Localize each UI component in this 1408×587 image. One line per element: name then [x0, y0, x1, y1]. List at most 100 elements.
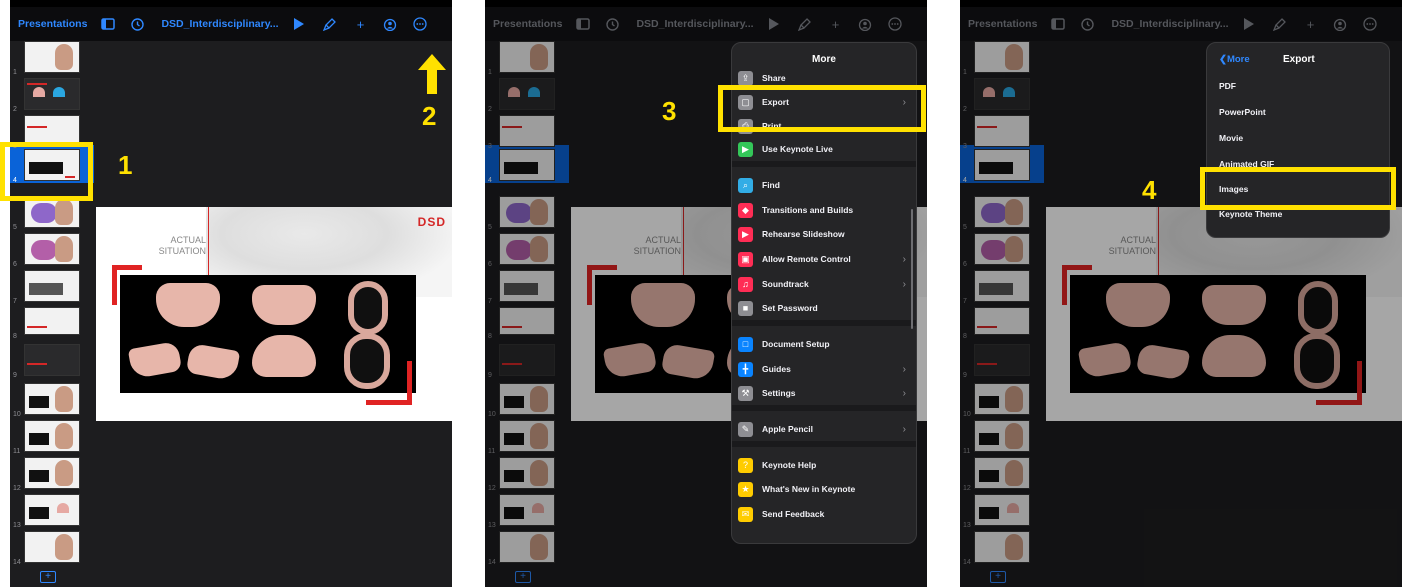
- slide-thumbnail[interactable]: [24, 420, 80, 452]
- more-icon[interactable]: [887, 17, 904, 31]
- menu-separator: [732, 161, 916, 167]
- help-icon: ?: [738, 457, 753, 473]
- slide-number: 11: [13, 448, 21, 455]
- top-toolbar: Presentations DSD_Interdisciplinary... +: [960, 7, 1402, 41]
- menu-title: More: [812, 54, 836, 65]
- document-setup-icon: □: [738, 336, 753, 352]
- undo-history-icon[interactable]: [131, 17, 147, 31]
- document-title[interactable]: DSD_Interdisciplinary...: [161, 18, 278, 30]
- menu-scrollbar[interactable]: [911, 209, 913, 329]
- top-toolbar: Presentations DSD_Interdisciplinary... +: [485, 7, 927, 41]
- sidebar-toggle-icon[interactable]: [1051, 18, 1067, 30]
- add-icon[interactable]: +: [828, 18, 844, 31]
- menu-item-label: Rehearse Slideshow: [762, 229, 845, 239]
- menu-item-guides[interactable]: ╋ Guides ›: [732, 358, 916, 380]
- slide-thumbnail[interactable]: [24, 233, 80, 265]
- red-corner-bracket: [366, 361, 412, 405]
- soundtrack-icon: ♫: [738, 276, 753, 292]
- slide-thumbnail[interactable]: [24, 78, 80, 110]
- document-title[interactable]: DSD_Interdisciplinary...: [636, 18, 753, 30]
- menu-item-soundtrack[interactable]: ♫ Soundtrack ›: [732, 273, 916, 295]
- menu-item-label: Document Setup: [762, 339, 830, 349]
- format-brush-icon[interactable]: [797, 17, 814, 31]
- slide-thumbnail[interactable]: [24, 307, 80, 335]
- menu-separator: [732, 320, 916, 326]
- slide-heading: ACTUAL SITUATION: [158, 235, 206, 256]
- add-slide-button[interactable]: +: [40, 571, 56, 583]
- more-icon[interactable]: [412, 17, 429, 31]
- export-movie-option[interactable]: Movie: [1219, 133, 1243, 143]
- remote-icon: ▣: [738, 251, 753, 267]
- sidebar-toggle-icon[interactable]: [576, 18, 592, 30]
- slide-number: 13: [13, 522, 21, 529]
- step-4-highlight-box: [1200, 167, 1396, 210]
- play-icon[interactable]: [768, 18, 784, 30]
- menu-item-label: Find: [762, 180, 780, 190]
- rehearse-icon: ▶: [738, 226, 753, 242]
- apple-pencil-icon: ✎: [738, 421, 753, 437]
- slide-thumbnail[interactable]: [24, 344, 80, 376]
- collaborate-icon[interactable]: [383, 18, 399, 31]
- slide-thumbnail[interactable]: [24, 270, 80, 302]
- menu-item-label: What's New in Keynote: [762, 484, 856, 494]
- menu-item-allow-remote-control[interactable]: ▣ Allow Remote Control ›: [732, 248, 916, 270]
- menu-item-use-keynote-live[interactable]: ▶ Use Keynote Live: [732, 138, 916, 160]
- slide-thumbnail[interactable]: [24, 494, 80, 526]
- menu-item-set-password[interactable]: ■ Set Password: [732, 297, 916, 319]
- undo-history-icon[interactable]: [1081, 17, 1097, 31]
- menu-item-label: Guides: [762, 364, 791, 374]
- menu-item-apple-pencil[interactable]: ✎ Apple Pencil ›: [732, 418, 916, 440]
- transitions-icon: ◆: [738, 202, 753, 218]
- slide-number: 2: [13, 106, 17, 113]
- back-to-more-button[interactable]: ❮More: [1219, 54, 1250, 65]
- menu-item-transitions-and-builds[interactable]: ◆ Transitions and Builds: [732, 199, 916, 221]
- document-title[interactable]: DSD_Interdisciplinary...: [1111, 18, 1228, 30]
- sidebar-toggle-icon[interactable]: [101, 18, 117, 30]
- menu-item-label: Keynote Help: [762, 460, 817, 470]
- slide-number: 5: [13, 224, 17, 231]
- play-icon[interactable]: [293, 18, 309, 30]
- guides-icon: ╋: [738, 361, 753, 377]
- slide-thumbnail[interactable]: [24, 457, 80, 489]
- arrow-up-icon: [418, 54, 446, 94]
- menu-item-find[interactable]: ⌕ Find: [732, 174, 916, 196]
- menu-item-what-s-new-in-keynote[interactable]: ★ What's New in Keynote: [732, 478, 916, 500]
- play-icon[interactable]: [1243, 18, 1259, 30]
- keynote-live-icon: ▶: [738, 141, 753, 157]
- add-icon[interactable]: +: [1303, 18, 1319, 31]
- menu-item-rehearse-slideshow[interactable]: ▶ Rehearse Slideshow: [732, 223, 916, 245]
- menu-title: Export: [1283, 54, 1315, 65]
- step-2-label: 2: [422, 101, 437, 131]
- slide-number: 10: [13, 411, 21, 418]
- slide-number: 7: [13, 298, 17, 305]
- slide-canvas[interactable]: DSD ACTUAL SITUATION: [96, 207, 452, 421]
- export-keynote-theme-option[interactable]: Keynote Theme: [1219, 209, 1282, 219]
- slide-thumbnail[interactable]: [24, 41, 80, 73]
- settings-icon: ⚒: [738, 385, 753, 401]
- format-brush-icon[interactable]: [1272, 17, 1289, 31]
- step-3-label: 3: [662, 96, 677, 126]
- presentations-button[interactable]: Presentations: [968, 18, 1037, 30]
- format-brush-icon[interactable]: [322, 17, 339, 31]
- slide-thumbnail[interactable]: [24, 531, 80, 563]
- menu-item-document-setup[interactable]: □ Document Setup: [732, 333, 916, 355]
- collaborate-icon[interactable]: [858, 18, 874, 31]
- slide-number: 9: [13, 372, 17, 379]
- collaborate-icon[interactable]: [1333, 18, 1349, 31]
- menu-item-settings[interactable]: ⚒ Settings ›: [732, 382, 916, 404]
- share-icon: ⇪: [738, 70, 753, 86]
- menu-item-label: Soundtrack: [762, 279, 809, 289]
- presentations-button[interactable]: Presentations: [18, 18, 87, 30]
- menu-item-label: Allow Remote Control: [762, 254, 851, 264]
- export-powerpoint-option[interactable]: PowerPoint: [1219, 107, 1266, 117]
- menu-item-send-feedback[interactable]: ✉ Send Feedback: [732, 503, 916, 525]
- more-icon[interactable]: [1362, 17, 1379, 31]
- add-icon[interactable]: +: [353, 18, 369, 31]
- presentations-button[interactable]: Presentations: [493, 18, 562, 30]
- undo-history-icon[interactable]: [606, 17, 622, 31]
- menu-item-label: Set Password: [762, 303, 818, 313]
- menu-item-keynote-help[interactable]: ? Keynote Help: [732, 454, 916, 476]
- menu-separator: [732, 441, 916, 447]
- slide-thumbnail[interactable]: [24, 383, 80, 415]
- export-pdf-option[interactable]: PDF: [1219, 81, 1236, 91]
